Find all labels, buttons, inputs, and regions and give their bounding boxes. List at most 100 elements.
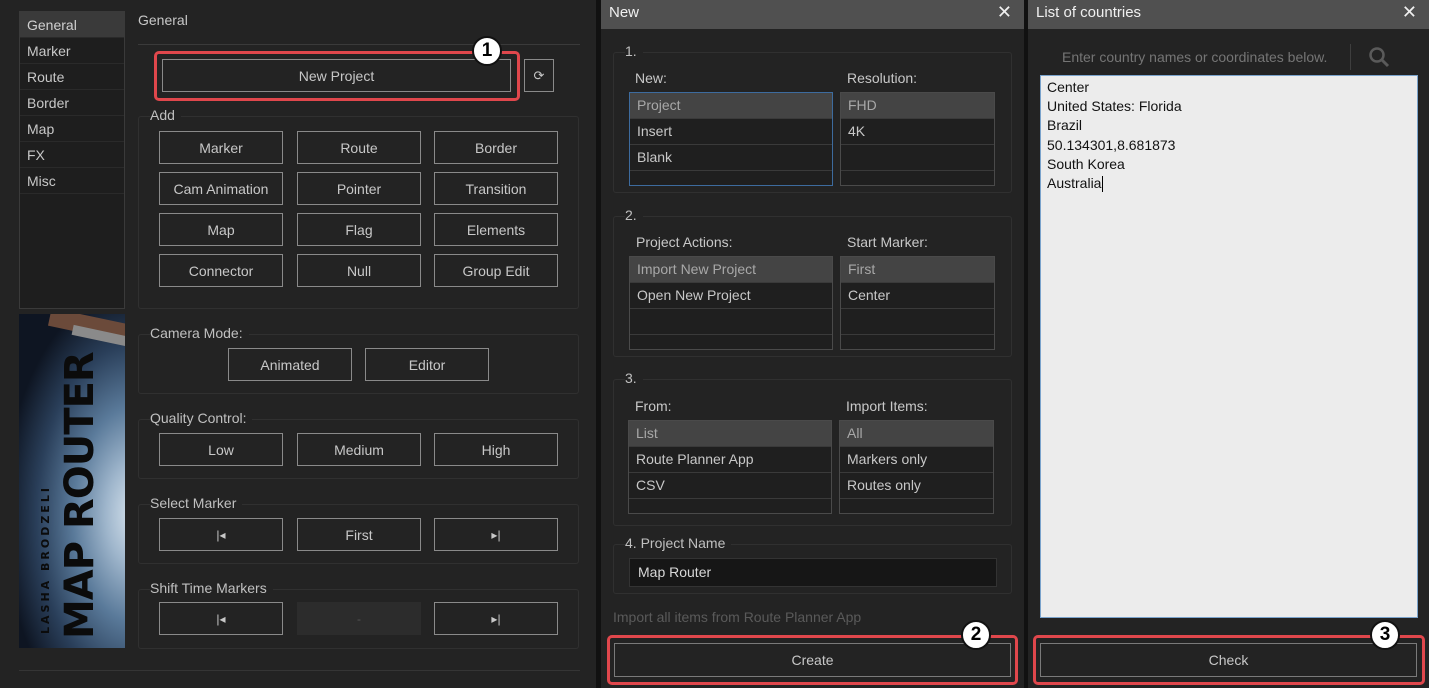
- step-badge-1: 1: [472, 36, 502, 66]
- import-items-label: Import Items:: [846, 398, 928, 414]
- add-route-button[interactable]: Route: [297, 131, 421, 164]
- map-router-banner: MAP ROUTER LASHA BRODZELI: [19, 314, 125, 648]
- list-item[interactable]: FHD: [841, 93, 994, 119]
- import-items-list[interactable]: All Markers only Routes only: [839, 420, 994, 514]
- select-marker-next-button[interactable]: ▸|: [434, 518, 558, 551]
- text-cursor: [1102, 175, 1104, 192]
- title-divider: [138, 44, 580, 45]
- add-marker-button[interactable]: Marker: [159, 131, 283, 164]
- countries-titlebar: List of countries ✕: [1028, 0, 1429, 29]
- countries-textarea[interactable]: Center United States: Florida Brazil 50.…: [1040, 75, 1418, 618]
- sidebar-item-route[interactable]: Route: [20, 64, 124, 90]
- sidebar-item-fx[interactable]: FX: [20, 142, 124, 168]
- start-marker-list[interactable]: First Center: [840, 256, 995, 350]
- new-dialog-titlebar: New ✕: [601, 0, 1024, 29]
- country-line: United States: Florida: [1047, 98, 1182, 115]
- add-border-button[interactable]: Border: [434, 131, 558, 164]
- camera-editor-button[interactable]: Editor: [365, 348, 489, 381]
- quality-label: Quality Control:: [150, 410, 253, 426]
- country-line: Brazil: [1047, 117, 1083, 134]
- list-item[interactable]: First: [841, 257, 994, 283]
- refresh-button[interactable]: ⟳: [524, 59, 554, 92]
- add-pointer-button[interactable]: Pointer: [297, 172, 421, 205]
- list-item[interactable]: Open New Project: [630, 283, 832, 309]
- resolution-list[interactable]: FHD 4K: [840, 92, 995, 186]
- search-divider: [1350, 44, 1351, 70]
- country-line: 50.134301,8.681873: [1047, 136, 1176, 153]
- countries-title: List of countries: [1036, 4, 1142, 21]
- sidebar: General Marker Route Border Map FX Misc: [19, 11, 125, 309]
- new-dialog: New ✕ 1. New: Resolution: Project Insert…: [601, 0, 1024, 688]
- search-icon[interactable]: [1368, 46, 1390, 68]
- banner-author: LASHA BRODZELI: [39, 485, 52, 634]
- section-1-number: 1.: [625, 43, 643, 59]
- project-name-label: 4. Project Name: [625, 535, 732, 551]
- select-marker-first-button[interactable]: First: [297, 518, 421, 551]
- list-item[interactable]: Project: [630, 93, 832, 119]
- main-panel: General Marker Route Border Map FX Misc …: [0, 0, 596, 688]
- close-icon[interactable]: ✕: [1402, 2, 1417, 23]
- project-actions-list[interactable]: Import New Project Open New Project: [629, 256, 833, 350]
- quality-high-button[interactable]: High: [434, 433, 558, 466]
- from-list[interactable]: List Route Planner App CSV: [628, 420, 832, 514]
- list-item[interactable]: Import New Project: [630, 257, 832, 283]
- new-type-label: New:: [635, 70, 667, 86]
- new-type-list[interactable]: Project Insert Blank: [629, 92, 833, 186]
- quality-medium-button[interactable]: Medium: [297, 433, 421, 466]
- start-marker-label: Start Marker:: [847, 234, 928, 250]
- add-transition-button[interactable]: Transition: [434, 172, 558, 205]
- section-title: General: [138, 12, 188, 28]
- sidebar-item-marker[interactable]: Marker: [20, 38, 124, 64]
- list-item[interactable]: Markers only: [840, 447, 993, 473]
- shift-time-next-button[interactable]: ▸|: [434, 602, 558, 635]
- new-dialog-title: New: [609, 4, 640, 21]
- list-item: [841, 145, 994, 171]
- list-item: [630, 309, 832, 335]
- add-cam-animation-button[interactable]: Cam Animation: [159, 172, 283, 205]
- list-item[interactable]: 4K: [841, 119, 994, 145]
- list-item[interactable]: List: [629, 421, 831, 447]
- sidebar-item-map[interactable]: Map: [20, 116, 124, 142]
- sidebar-item-general[interactable]: General: [20, 12, 124, 38]
- highlight-new-project: [154, 51, 520, 101]
- quality-low-button[interactable]: Low: [159, 433, 283, 466]
- list-item[interactable]: CSV: [629, 473, 831, 499]
- shift-time-prev-button[interactable]: |◂: [159, 602, 283, 635]
- bottom-divider: [19, 670, 580, 671]
- country-line: Australia: [1047, 175, 1102, 192]
- camera-mode-group: [138, 334, 579, 394]
- add-connector-button[interactable]: Connector: [159, 254, 283, 287]
- search-input[interactable]: [1062, 44, 1344, 70]
- project-name-input[interactable]: Map Router: [629, 558, 997, 587]
- highlight-check: [1033, 635, 1425, 685]
- add-map-button[interactable]: Map: [159, 213, 283, 246]
- from-label: From:: [635, 398, 672, 414]
- list-item[interactable]: All: [840, 421, 993, 447]
- shift-time-label: Shift Time Markers: [150, 580, 273, 596]
- shift-time-value-field[interactable]: -: [297, 602, 421, 635]
- list-item[interactable]: Route Planner App: [629, 447, 831, 473]
- add-elements-button[interactable]: Elements: [434, 213, 558, 246]
- add-null-button[interactable]: Null: [297, 254, 421, 287]
- add-label: Add: [150, 107, 181, 123]
- countries-dialog: List of countries ✕ Center United States…: [1028, 0, 1429, 688]
- list-item[interactable]: Center: [841, 283, 994, 309]
- section-2-number: 2.: [625, 207, 643, 223]
- country-line: Center: [1047, 79, 1090, 95]
- banner-title: MAP ROUTER: [57, 352, 103, 639]
- add-group-edit-button[interactable]: Group Edit: [434, 254, 558, 287]
- list-item[interactable]: Insert: [630, 119, 832, 145]
- country-line-last: Australia: [1047, 174, 1411, 193]
- select-marker-prev-button[interactable]: |◂: [159, 518, 283, 551]
- camera-animated-button[interactable]: Animated: [228, 348, 352, 381]
- camera-mode-label: Camera Mode:: [150, 325, 249, 341]
- sidebar-item-misc[interactable]: Misc: [20, 168, 124, 194]
- list-item[interactable]: Blank: [630, 145, 832, 171]
- close-icon[interactable]: ✕: [997, 2, 1012, 23]
- list-item[interactable]: Routes only: [840, 473, 993, 499]
- step-badge-3: 3: [1370, 620, 1400, 650]
- add-flag-button[interactable]: Flag: [297, 213, 421, 246]
- project-actions-label: Project Actions:: [636, 234, 733, 250]
- sidebar-item-border[interactable]: Border: [20, 90, 124, 116]
- section-3-number: 3.: [625, 370, 643, 386]
